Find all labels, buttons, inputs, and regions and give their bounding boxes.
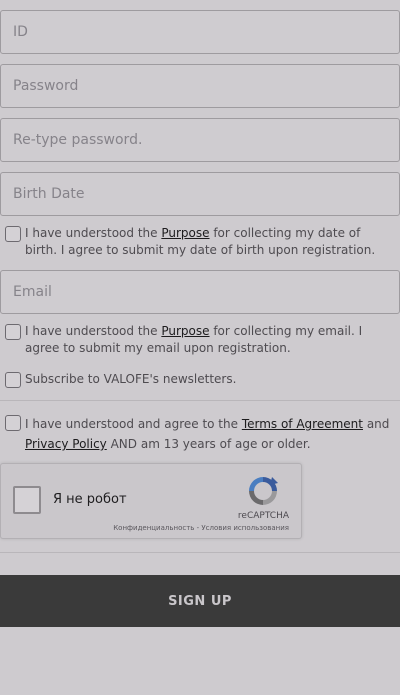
recaptcha-brand: reCAPTCHA [237, 511, 289, 521]
recaptcha-logo-icon [249, 477, 278, 505]
recaptcha-label: Я не робот [53, 492, 127, 507]
birth-consent-text: I have understood the Purpose for collec… [25, 226, 376, 257]
recaptcha-links: Конфиденциальность - Условия использован… [113, 524, 289, 532]
email-input[interactable] [0, 270, 400, 314]
divider-bottom [0, 552, 400, 553]
email-consent-checkbox[interactable] [5, 324, 21, 340]
recaptcha-privacy-link[interactable]: Конфиденциальность [113, 524, 194, 532]
email-consent-text: I have understood the Purpose for collec… [25, 324, 363, 355]
id-input[interactable] [0, 10, 400, 54]
birth-consent-checkbox[interactable] [5, 226, 21, 242]
terms-checkbox[interactable] [5, 415, 21, 431]
privacy-policy-link[interactable]: Privacy Policy [25, 437, 107, 451]
terms-row: I have understood and agree to the Terms… [5, 414, 395, 454]
email-purpose-link[interactable]: Purpose [161, 324, 209, 338]
retype-password-input[interactable] [0, 118, 400, 162]
password-input[interactable] [0, 64, 400, 108]
birth-purpose-link[interactable]: Purpose [161, 226, 209, 240]
divider [0, 400, 400, 401]
recaptcha-checkbox[interactable] [13, 486, 41, 514]
newsletter-label: Subscribe to VALOFE's newsletters. [25, 372, 237, 386]
recaptcha-terms-link[interactable]: Условия использования [201, 524, 289, 532]
birth-consent-row: I have understood the Purpose for collec… [5, 225, 395, 259]
newsletter-row: Subscribe to VALOFE's newsletters. [5, 371, 395, 388]
terms-text: I have understood and agree to the Terms… [25, 417, 390, 451]
terms-of-agreement-link[interactable]: Terms of Agreement [242, 417, 363, 431]
email-consent-row: I have understood the Purpose for collec… [5, 323, 395, 357]
sign-up-button[interactable]: SIGN UP [0, 575, 400, 627]
newsletter-checkbox[interactable] [5, 372, 21, 388]
birth-date-input[interactable] [0, 172, 400, 216]
recaptcha-widget: Я не робот reCAPTCHA Конфиденциальность … [0, 463, 302, 539]
